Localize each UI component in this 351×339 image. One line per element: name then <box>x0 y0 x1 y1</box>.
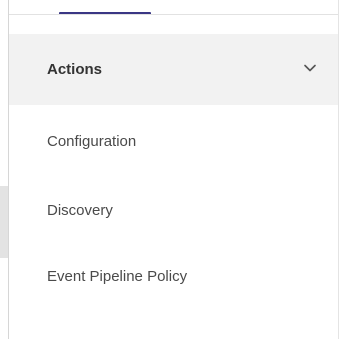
top-divider <box>9 14 339 15</box>
panel-right-border <box>338 0 339 339</box>
menu-item-label: Discovery <box>47 202 113 219</box>
menu-item-configuration[interactable]: Configuration <box>9 122 338 162</box>
menu-item-discovery[interactable]: Discovery <box>9 191 338 231</box>
scrollbar-track[interactable] <box>0 186 8 258</box>
menu-item-event-pipeline-policy[interactable]: Event Pipeline Policy <box>9 257 338 297</box>
section-title: Actions <box>47 61 103 78</box>
actions-panel: Actions Configuration Discovery Event Pi… <box>9 0 339 339</box>
chevron-down-icon[interactable] <box>304 64 316 72</box>
menu-item-label: Event Pipeline Policy <box>47 268 188 285</box>
actions-section-header[interactable]: Actions <box>9 34 338 105</box>
menu-item-label: Configuration <box>47 133 137 150</box>
